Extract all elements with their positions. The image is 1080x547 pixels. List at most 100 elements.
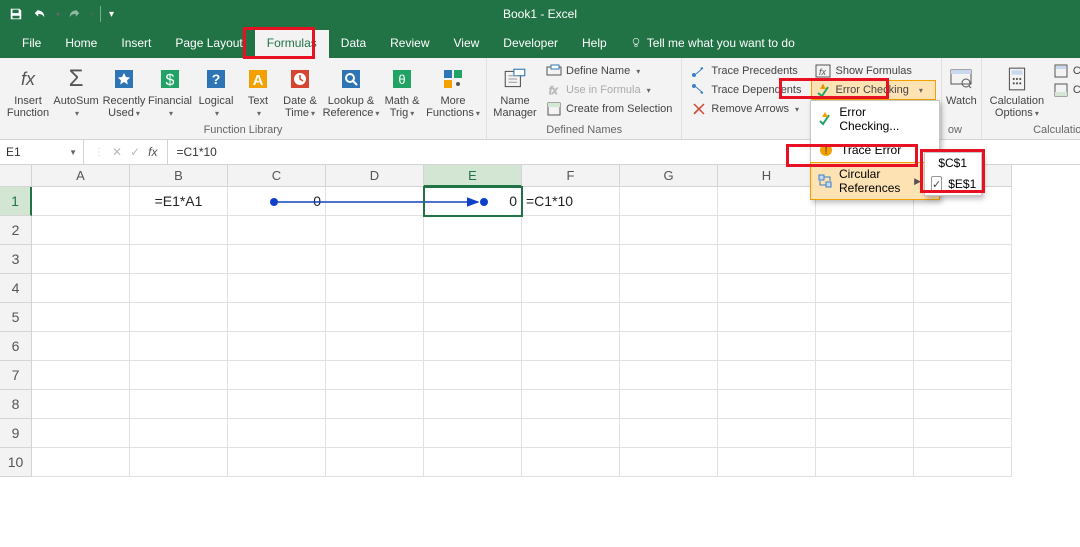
cell-I3[interactable]	[816, 245, 914, 274]
cell-B6[interactable]	[130, 332, 228, 361]
cell-A10[interactable]	[32, 448, 130, 477]
cell-E7[interactable]	[424, 361, 522, 390]
create-from-selection-button[interactable]: Create from Selection	[543, 100, 675, 118]
cell-A1[interactable]	[32, 187, 130, 216]
cell-B1[interactable]: =E1*A1	[130, 187, 228, 216]
cell-J6[interactable]	[914, 332, 1012, 361]
save-icon[interactable]	[6, 4, 26, 24]
row-header-10[interactable]: 10	[0, 448, 32, 477]
cell-J8[interactable]	[914, 390, 1012, 419]
cell-F7[interactable]	[522, 361, 620, 390]
cell-G9[interactable]	[620, 419, 718, 448]
col-header-A[interactable]: A	[32, 165, 130, 187]
cell-G8[interactable]	[620, 390, 718, 419]
tell-me-search[interactable]: Tell me what you want to do	[619, 30, 805, 58]
cell-A2[interactable]	[32, 216, 130, 245]
cell-D5[interactable]	[326, 303, 424, 332]
col-header-C[interactable]: C	[228, 165, 326, 187]
qat-customize-icon[interactable]: ▾	[109, 9, 114, 20]
cell-E1[interactable]: 0	[424, 187, 522, 216]
cell-G4[interactable]	[620, 274, 718, 303]
cell-A7[interactable]	[32, 361, 130, 390]
menu-trace-error[interactable]: ! Trace Error	[811, 137, 939, 163]
cell-G10[interactable]	[620, 448, 718, 477]
cell-B4[interactable]	[130, 274, 228, 303]
cell-J10[interactable]	[914, 448, 1012, 477]
cell-A8[interactable]	[32, 390, 130, 419]
cell-J4[interactable]	[914, 274, 1012, 303]
undo-dropdown-icon[interactable]: ▾	[56, 10, 60, 19]
cell-G6[interactable]	[620, 332, 718, 361]
cell-D6[interactable]	[326, 332, 424, 361]
cell-B5[interactable]	[130, 303, 228, 332]
col-header-E[interactable]: E	[424, 165, 522, 187]
insert-function-button[interactable]: fx Insert Function	[6, 62, 50, 121]
lookup-button[interactable]: Lookup & Reference▾	[324, 62, 378, 121]
cell-E6[interactable]	[424, 332, 522, 361]
cell-F10[interactable]	[522, 448, 620, 477]
cell-H7[interactable]	[718, 361, 816, 390]
cell-D2[interactable]	[326, 216, 424, 245]
cell-B7[interactable]	[130, 361, 228, 390]
cell-E2[interactable]	[424, 216, 522, 245]
cell-J5[interactable]	[914, 303, 1012, 332]
cell-H8[interactable]	[718, 390, 816, 419]
cell-E4[interactable]	[424, 274, 522, 303]
cell-H10[interactable]	[718, 448, 816, 477]
cell-I6[interactable]	[816, 332, 914, 361]
row-header-5[interactable]: 5	[0, 303, 32, 332]
tab-developer[interactable]: Developer	[491, 30, 570, 58]
cell-C4[interactable]	[228, 274, 326, 303]
cell-D3[interactable]	[326, 245, 424, 274]
tab-formulas[interactable]: Formulas	[255, 30, 329, 58]
row-header-6[interactable]: 6	[0, 332, 32, 361]
trace-dependents-button[interactable]: Trace Dependents	[688, 81, 804, 99]
cell-F1[interactable]: =C1*10	[522, 187, 620, 216]
cell-C5[interactable]	[228, 303, 326, 332]
cell-D10[interactable]	[326, 448, 424, 477]
cell-C1[interactable]: 0	[228, 187, 326, 216]
cell-G7[interactable]	[620, 361, 718, 390]
col-header-D[interactable]: D	[326, 165, 424, 187]
cell-D9[interactable]	[326, 419, 424, 448]
cell-J7[interactable]	[914, 361, 1012, 390]
cell-G1[interactable]	[620, 187, 718, 216]
cancel-formula-icon[interactable]: ✕	[112, 145, 122, 159]
calculate-sheet-button[interactable]: Calculate S	[1050, 81, 1080, 99]
tab-review[interactable]: Review	[378, 30, 441, 58]
row-header-1[interactable]: 1	[0, 187, 32, 216]
cell-C10[interactable]	[228, 448, 326, 477]
cell-I5[interactable]	[816, 303, 914, 332]
tab-insert[interactable]: Insert	[109, 30, 163, 58]
row-header-3[interactable]: 3	[0, 245, 32, 274]
cell-H9[interactable]	[718, 419, 816, 448]
cell-I10[interactable]	[816, 448, 914, 477]
cell-F2[interactable]	[522, 216, 620, 245]
calculate-now-button[interactable]: Calculate N	[1050, 62, 1080, 80]
watch-window-button[interactable]: Watch	[944, 62, 979, 109]
cell-A9[interactable]	[32, 419, 130, 448]
cell-B9[interactable]	[130, 419, 228, 448]
tab-home[interactable]: Home	[53, 30, 109, 58]
cell-D1[interactable]	[326, 187, 424, 216]
financial-button[interactable]: $ Financial▾	[148, 62, 192, 121]
tab-data[interactable]: Data	[329, 30, 378, 58]
recently-used-button[interactable]: Recently Used▾	[102, 62, 146, 121]
autosum-button[interactable]: Σ AutoSum▾	[52, 62, 100, 121]
cell-H1[interactable]	[718, 187, 816, 216]
cell-D8[interactable]	[326, 390, 424, 419]
cell-A3[interactable]	[32, 245, 130, 274]
cell-H4[interactable]	[718, 274, 816, 303]
col-header-G[interactable]: G	[620, 165, 718, 187]
cell-I9[interactable]	[816, 419, 914, 448]
circular-ref-c1[interactable]: $C$1	[925, 153, 981, 173]
cell-B2[interactable]	[130, 216, 228, 245]
cell-H5[interactable]	[718, 303, 816, 332]
cell-E3[interactable]	[424, 245, 522, 274]
col-header-F[interactable]: F	[522, 165, 620, 187]
cell-J9[interactable]	[914, 419, 1012, 448]
cell-C9[interactable]	[228, 419, 326, 448]
date-time-button[interactable]: Date & Time▾	[278, 62, 322, 121]
cell-C7[interactable]	[228, 361, 326, 390]
tab-file[interactable]: File	[10, 30, 53, 58]
